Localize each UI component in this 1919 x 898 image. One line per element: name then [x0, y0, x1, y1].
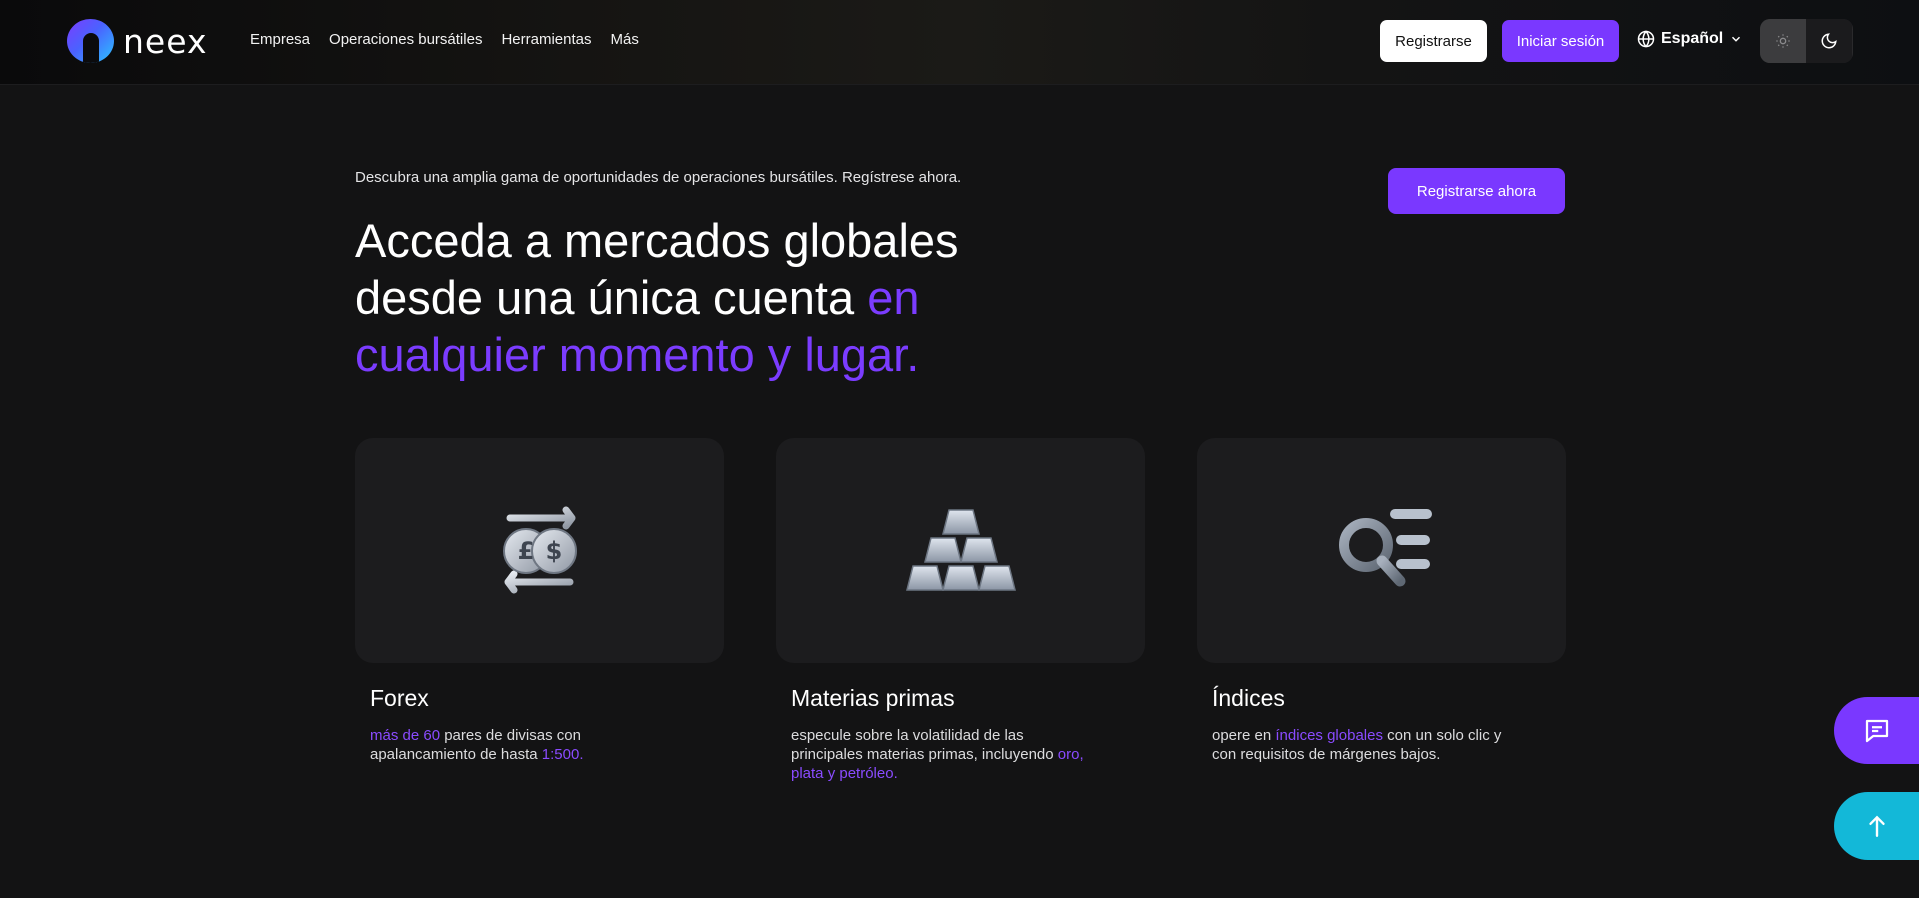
chevron-down-icon	[1732, 36, 1741, 42]
nav-item-mas[interactable]: Más	[610, 31, 638, 48]
card-description: opere en índices globales con un solo cl…	[1212, 726, 1512, 764]
card-image	[1197, 438, 1566, 663]
logo-text: neex	[123, 21, 208, 61]
login-button[interactable]: Iniciar sesión	[1502, 20, 1619, 62]
chat-button[interactable]	[1834, 697, 1919, 764]
register-button[interactable]: Registrarse	[1380, 20, 1487, 62]
card-image	[776, 438, 1145, 663]
card-desc-text: especule sobre la volatilidad de las pri…	[791, 727, 1058, 763]
theme-toggle	[1760, 19, 1853, 63]
logo[interactable]: neex	[67, 19, 207, 63]
logo-mark-icon	[67, 19, 114, 63]
scroll-top-button[interactable]	[1834, 792, 1919, 860]
light-mode-button[interactable]	[1760, 19, 1806, 63]
nav-item-herramientas[interactable]: Herramientas	[501, 31, 591, 48]
index-search-icon	[1338, 508, 1432, 586]
card-desc-text: opere en	[1212, 727, 1276, 744]
card-commodities[interactable]: Materias primas especule sobre la volati…	[776, 438, 1145, 783]
nav-item-operaciones[interactable]: Operaciones bursátiles	[329, 31, 482, 48]
svg-text:£: £	[517, 537, 534, 565]
hero-title: Acceda a mercados globales desde una úni…	[355, 212, 995, 383]
arrow-up-icon	[1869, 815, 1885, 837]
card-title: Índices	[1212, 685, 1285, 711]
card-description: más de 60 pares de divisas con apalancam…	[370, 726, 670, 764]
gold-bars-icon	[905, 508, 1016, 591]
card-image: £ $	[355, 438, 724, 663]
register-now-button[interactable]: Registrarse ahora	[1388, 168, 1565, 214]
language-label: Español	[1661, 30, 1724, 47]
globe-icon	[1637, 30, 1655, 48]
card-indices[interactable]: Índices opere en índices globales con un…	[1197, 438, 1566, 764]
card-title: Forex	[370, 685, 429, 711]
svg-text:$: $	[545, 537, 562, 565]
card-forex[interactable]: £ $ Forex más de 60 pares de divisas con…	[355, 438, 724, 764]
main-nav: Empresa Operaciones bursátiles Herramien…	[250, 31, 639, 48]
card-desc-highlight: índices globales	[1275, 727, 1383, 744]
currency-exchange-icon: £ $	[502, 506, 577, 593]
sun-icon	[1776, 34, 1790, 48]
dark-mode-button[interactable]	[1806, 19, 1852, 63]
chat-icon	[1865, 719, 1889, 742]
card-title: Materias primas	[791, 685, 955, 711]
language-selector[interactable]: Español	[1637, 30, 1743, 48]
card-desc-highlight: 1:500.	[541, 746, 584, 763]
card-description: especule sobre la volatilidad de las pri…	[791, 726, 1091, 783]
hero-subtitle: Descubra una amplia gama de oportunidade…	[355, 169, 962, 186]
moon-icon	[1821, 33, 1837, 49]
card-desc-highlight: más de 60	[370, 727, 441, 744]
nav-item-empresa[interactable]: Empresa	[250, 31, 310, 48]
site-header: neex Empresa Operaciones bursátiles Herr…	[0, 0, 1919, 85]
